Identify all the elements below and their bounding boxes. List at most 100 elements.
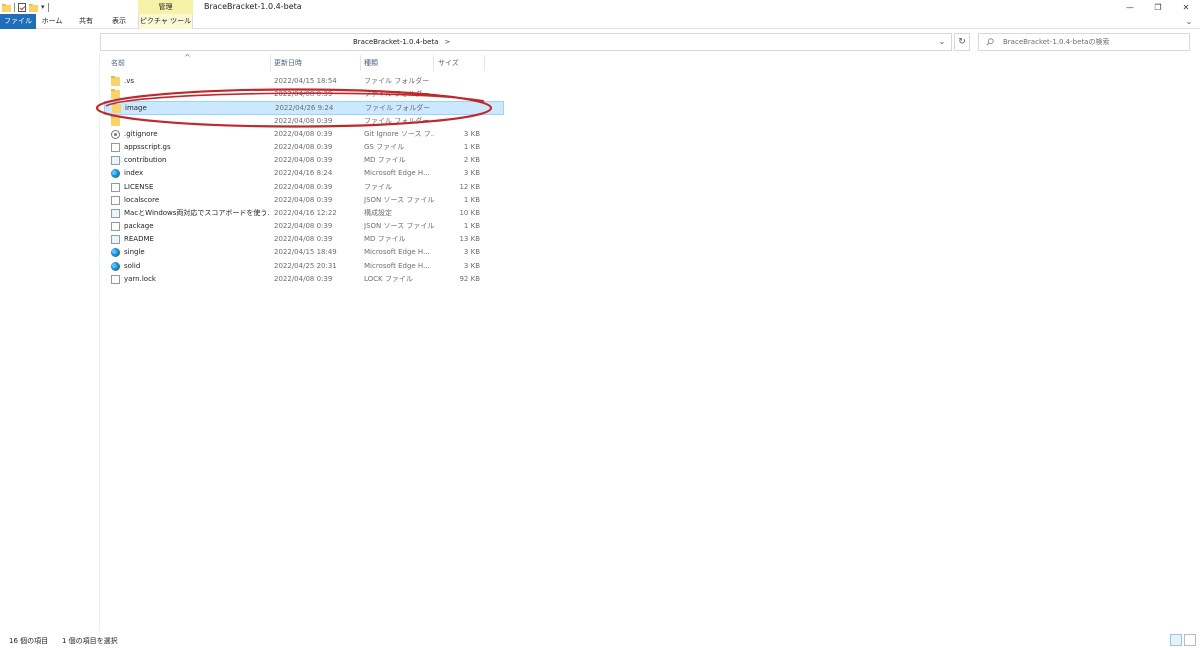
file-type: MD ファイル bbox=[364, 235, 406, 244]
window-title: BraceBracket-1.0.4-beta bbox=[204, 2, 302, 11]
file-type: 構成設定 bbox=[364, 208, 392, 217]
refresh-button[interactable]: ↻ bbox=[954, 33, 970, 51]
address-bar[interactable]: BraceBracket-1.0.4-beta > ⌄ bbox=[100, 33, 952, 51]
file-size: 2 KB bbox=[463, 156, 480, 165]
view-switcher bbox=[1170, 634, 1196, 646]
folder-icon bbox=[111, 76, 120, 86]
manage-tab[interactable]: 管理 bbox=[138, 0, 193, 14]
customize-toolbar-icon[interactable]: ▾ bbox=[41, 3, 45, 11]
file-type: Microsoft Edge H... bbox=[364, 261, 430, 270]
file-name: yarn.lock bbox=[124, 274, 156, 283]
search-placeholder: BraceBracket-1.0.4-betaの検索 bbox=[1003, 38, 1110, 46]
column-divider[interactable] bbox=[433, 55, 434, 71]
address-bar-row: BraceBracket-1.0.4-beta > ⌄ ↻ BraceBracke… bbox=[0, 33, 1200, 51]
file-name: MacとWindows両対応でスコアボードを使う... bbox=[124, 208, 270, 217]
tab-picture-tools[interactable]: ピクチャ ツール bbox=[138, 14, 193, 29]
file-name: LICENSE bbox=[124, 182, 154, 191]
column-type[interactable]: 種類 bbox=[364, 55, 378, 71]
file-date: 2022/04/08 0:39 bbox=[274, 156, 333, 165]
tab-view[interactable]: 表示 bbox=[104, 14, 134, 29]
doc-icon bbox=[111, 182, 120, 192]
file-date: 2022/04/16 12:22 bbox=[274, 208, 337, 217]
file-type: ファイル bbox=[364, 182, 392, 191]
file-row[interactable]: single 2022/04/15 18:49 Microsoft Edge H..… bbox=[104, 246, 504, 259]
file-date: 2022/04/08 0:39 bbox=[274, 142, 333, 151]
chevron-down-icon[interactable]: ⌄ bbox=[1184, 17, 1194, 27]
quick-access-toolbar: ▾ bbox=[2, 1, 49, 13]
properties-icon[interactable] bbox=[18, 2, 26, 12]
file-name: package bbox=[124, 222, 154, 231]
column-name[interactable]: 名前 bbox=[111, 55, 125, 71]
cfg-icon bbox=[111, 156, 120, 166]
file-size: 92 KB bbox=[459, 274, 480, 283]
file-size: 3 KB bbox=[463, 169, 480, 178]
file-name: localscore bbox=[124, 195, 160, 204]
status-bar: 16 個の項目 1 個の項目を選択 bbox=[0, 634, 1200, 648]
file-name: contribution bbox=[124, 156, 167, 165]
doc-icon bbox=[111, 195, 120, 205]
navigation-pane[interactable] bbox=[0, 53, 100, 631]
file-type: Microsoft Edge H... bbox=[364, 169, 430, 178]
edge-icon bbox=[111, 248, 120, 258]
file-row[interactable]: MacとWindows両対応でスコアボードを使う... 2022/04/16 12… bbox=[104, 207, 504, 220]
minimize-button[interactable]: — bbox=[1116, 0, 1144, 14]
restore-button[interactable]: ❐ bbox=[1144, 0, 1172, 14]
file-row[interactable]: README 2022/04/08 0:39 MD ファイル 13 KB bbox=[104, 233, 504, 246]
file-size: 3 KB bbox=[463, 261, 480, 270]
file-date: 2022/04/25 20:31 bbox=[274, 261, 337, 270]
file-date: 2022/04/08 0:39 bbox=[274, 195, 333, 204]
edge-icon bbox=[111, 169, 120, 179]
file-date: 2022/04/08 0:39 bbox=[274, 274, 333, 283]
file-type: JSON ソース ファイル bbox=[364, 195, 434, 204]
gear-icon bbox=[111, 129, 120, 139]
tab-file[interactable]: ファイル bbox=[0, 14, 36, 29]
selection-count: 1 個の項目を選択 bbox=[62, 637, 118, 645]
tab-share[interactable]: 共有 bbox=[72, 14, 100, 29]
file-size: 12 KB bbox=[459, 182, 480, 191]
file-row[interactable]: LICENSE 2022/04/08 0:39 ファイル 12 KB bbox=[104, 181, 504, 194]
column-date[interactable]: 更新日時 bbox=[274, 55, 302, 71]
file-row[interactable]: contribution 2022/04/08 0:39 MD ファイル 2 KB bbox=[104, 154, 504, 167]
column-divider[interactable] bbox=[270, 55, 271, 71]
folder-icon[interactable] bbox=[2, 3, 11, 12]
window-controls: — ❐ ✕ bbox=[1116, 0, 1200, 14]
file-type: Git Ignore ソース フ... bbox=[364, 129, 434, 138]
highlight-ellipse bbox=[95, 88, 493, 128]
breadcrumb-folder[interactable]: BraceBracket-1.0.4-beta bbox=[353, 38, 438, 46]
file-row[interactable]: package 2022/04/08 0:39 JSON ソース ファイル 1 KB bbox=[104, 220, 504, 233]
toolbar-divider bbox=[14, 2, 15, 12]
file-row[interactable]: localscore 2022/04/08 0:39 JSON ソース ファイル 1 … bbox=[104, 194, 504, 207]
file-name: .gitignore bbox=[124, 129, 158, 138]
file-date: 2022/04/15 18:49 bbox=[274, 248, 337, 257]
details-view-icon[interactable] bbox=[1170, 634, 1182, 646]
cfg-icon bbox=[111, 235, 120, 245]
file-date: 2022/04/08 0:39 bbox=[274, 182, 333, 191]
doc-icon bbox=[111, 222, 120, 232]
new-folder-icon[interactable] bbox=[29, 3, 38, 12]
file-row[interactable]: index 2022/04/16 8:24 Microsoft Edge H... 3… bbox=[104, 167, 504, 180]
tab-home[interactable]: ホーム bbox=[38, 14, 66, 29]
search-input[interactable]: BraceBracket-1.0.4-betaの検索 bbox=[978, 33, 1190, 51]
file-type: Microsoft Edge H... bbox=[364, 248, 430, 257]
breadcrumb[interactable]: BraceBracket-1.0.4-beta > bbox=[353, 34, 450, 50]
file-date: 2022/04/08 0:39 bbox=[274, 235, 333, 244]
file-row[interactable]: yarn.lock 2022/04/08 0:39 LOCK ファイル 92 KB bbox=[104, 273, 504, 286]
file-name: single bbox=[124, 248, 145, 257]
file-date: 2022/04/16 8:24 bbox=[274, 169, 333, 178]
file-row[interactable]: solid 2022/04/25 20:31 Microsoft Edge H...… bbox=[104, 260, 504, 273]
title-bar: ▾ 管理 BraceBracket-1.0.4-beta — ❐ ✕ bbox=[0, 0, 1200, 14]
large-icons-view-icon[interactable] bbox=[1184, 634, 1196, 646]
file-size: 1 KB bbox=[463, 195, 480, 204]
close-button[interactable]: ✕ bbox=[1172, 0, 1200, 14]
file-row[interactable]: .gitignore 2022/04/08 0:39 Git Ignore ソース … bbox=[104, 128, 504, 141]
ribbon-tabs: ファイル ホーム 共有 表示 ピクチャ ツール ⌄ bbox=[0, 14, 1200, 29]
breadcrumb-separator[interactable]: > bbox=[444, 38, 450, 46]
address-dropdown-icon[interactable]: ⌄ bbox=[936, 36, 948, 48]
column-divider[interactable] bbox=[484, 55, 485, 71]
column-divider[interactable] bbox=[360, 55, 361, 71]
file-row[interactable]: appsscript.gs 2022/04/08 0:39 GS ファイル 1 KB bbox=[104, 141, 504, 154]
edge-icon bbox=[111, 261, 120, 271]
column-size[interactable]: サイズ bbox=[438, 55, 459, 71]
file-type: JSON ソース ファイル bbox=[364, 222, 434, 231]
file-size: 3 KB bbox=[463, 129, 480, 138]
